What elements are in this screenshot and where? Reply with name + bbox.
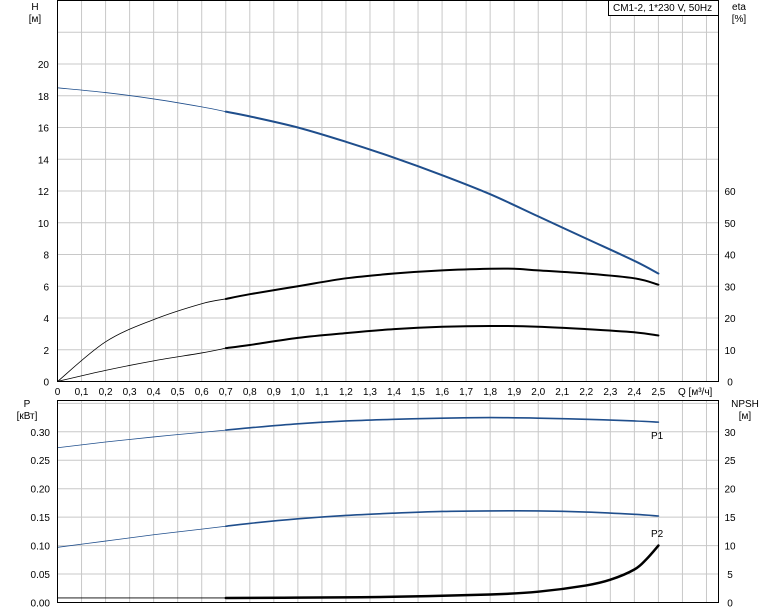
head-panel-ticks: 0 0,1 0,2 0,3 0,4 0,5 0,6 0,7 0,8 0,9 1,0 1,1 1,2 1,3… [38, 60, 736, 398]
p-tick-label: 0.30 [31, 428, 51, 439]
x-tick-label: 1,2 [339, 387, 353, 398]
x-tick-label: 2,3 [603, 387, 617, 398]
y-left-tick-label: 20 [38, 60, 50, 71]
y-right-tick-label: 50 [724, 219, 736, 230]
x-tick-label: 1,1 [315, 387, 329, 398]
y-left-unit: [м] [29, 14, 42, 25]
npsh-tick-label: 20 [724, 485, 736, 496]
p-tick-label: 0.10 [31, 542, 51, 553]
x-tick-label: 0,8 [243, 387, 257, 398]
y-left-tick-label: 12 [38, 187, 50, 198]
p-tick-label: 0.15 [31, 513, 51, 524]
y-left-tick-label: 14 [38, 155, 50, 166]
x-tick-label: 1,6 [435, 387, 449, 398]
x-tick-label: 2,4 [627, 387, 641, 398]
y-right-unit: [%] [732, 14, 747, 25]
y-right-tick-label: 0 [727, 378, 733, 389]
power-panel-ticks: 0.00 0.05 0.10 0.15 0.20 0.25 0.30 0 5 10 15 20 25 30 [31, 428, 736, 610]
x-tick-label: 2,5 [651, 387, 665, 398]
x-tick-label: 0,6 [195, 387, 209, 398]
y-right-tick-label: 10 [724, 346, 736, 357]
p-axis-unit: [кВт] [17, 411, 38, 422]
p-tick-label: 0.20 [31, 485, 51, 496]
power-panel-series [57, 416, 660, 600]
y-left-tick-label: 4 [43, 314, 49, 325]
x-tick-label: 2,2 [579, 387, 593, 398]
p-tick-label: 0.00 [31, 599, 51, 610]
series-label-p2: P2 [651, 529, 664, 540]
y-right-tick-label: 60 [724, 187, 736, 198]
series-p2-curve-extended [57, 525, 226, 548]
head-panel-grid [57, 0, 719, 382]
npsh-tick-label: 15 [724, 513, 736, 524]
x-tick-label: 1,9 [507, 387, 521, 398]
x-tick-label: 0,1 [75, 387, 89, 398]
y-left-tick-label: 18 [38, 92, 50, 103]
y-left-tick-label: 16 [38, 124, 50, 135]
x-tick-label: 0,7 [219, 387, 233, 398]
x-tick-label: 2,0 [531, 387, 545, 398]
x-tick-label: 0,3 [123, 387, 137, 398]
y-left-tick-label: 0 [43, 378, 49, 389]
y-left-tick-label: 8 [43, 251, 49, 262]
x-tick-label: 1,3 [363, 387, 377, 398]
y-right-label: eta [732, 2, 746, 13]
y-left-label: H [31, 2, 38, 13]
x-tick-label: 0,9 [267, 387, 281, 398]
pump-curve-chart: 0 0,1 0,2 0,3 0,4 0,5 0,6 0,7 0,8 0,9 1,0 1,1 1,2 1,3… [17, 0, 759, 610]
y-right-tick-label: 40 [724, 251, 736, 262]
series-p1-curve-extended [57, 429, 226, 449]
x-tick-label: 0 [55, 387, 61, 398]
x-tick-label: 1,0 [291, 387, 305, 398]
series-head-0-curve-extended [57, 87, 226, 113]
npsh-tick-label: 25 [724, 456, 736, 467]
p-tick-label: 0.25 [31, 456, 51, 467]
y-left-tick-label: 6 [43, 282, 49, 293]
y-left-tick-label: 2 [43, 346, 49, 357]
x-tick-label: 1,4 [387, 387, 401, 398]
head-panel-series [57, 87, 660, 382]
chart-title: CM1-2, 1*230 V, 50Hz [613, 3, 712, 14]
x-tick-label: 0,4 [147, 387, 161, 398]
p-axis-label: P [24, 399, 31, 410]
p-tick-label: 0.05 [31, 570, 51, 581]
power-panel-grid [57, 400, 719, 603]
x-axis-label: Q [м³/ч] [678, 387, 713, 398]
x-tick-label: 2,1 [555, 387, 569, 398]
x-tick-label: 0,2 [99, 387, 113, 398]
x-tick-label: 0,5 [171, 387, 185, 398]
series-head-2-curve-extended [57, 347, 226, 382]
y-left-tick-label: 10 [38, 219, 50, 230]
power-panel-frame [57, 400, 719, 603]
y-right-tick-label: 30 [724, 282, 736, 293]
npsh-axis-unit: [м] [739, 411, 752, 422]
npsh-axis-label: NPSH [731, 399, 759, 410]
y-right-tick-label: 20 [724, 314, 736, 325]
npsh-tick-label: 30 [724, 428, 736, 439]
x-tick-label: 1,8 [483, 387, 497, 398]
npsh-tick-label: 0 [727, 599, 733, 610]
series-head-1-curve-extended [57, 298, 226, 382]
series-label-p1: P1 [651, 431, 664, 442]
x-tick-label: 1,5 [411, 387, 425, 398]
npsh-tick-label: 10 [724, 542, 736, 553]
npsh-tick-label: 5 [727, 570, 733, 581]
x-tick-label: 1,7 [459, 387, 473, 398]
